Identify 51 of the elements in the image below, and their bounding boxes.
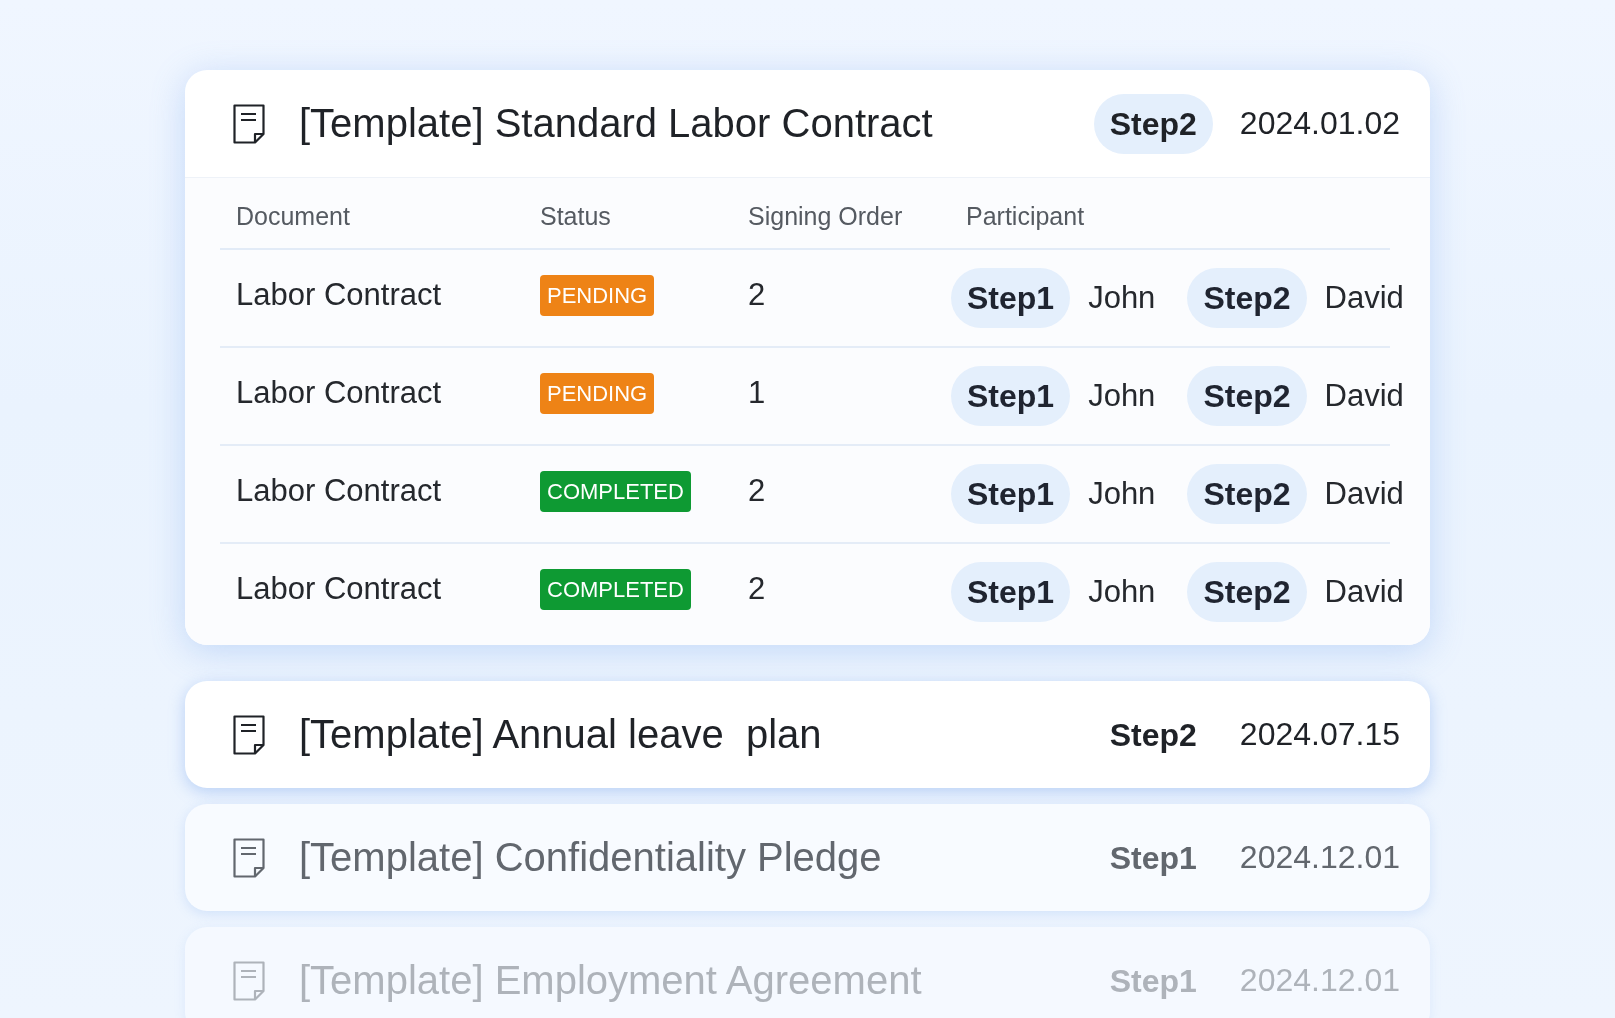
- participant-name: John: [1088, 378, 1156, 414]
- date-label: 2024.12.01: [1239, 839, 1400, 876]
- card-title: [Template] Annual leave plan: [299, 712, 823, 757]
- column-header: Status: [540, 201, 612, 231]
- table-cell-text: Labor Contract: [236, 375, 443, 411]
- step-badge: Step1: [951, 464, 1071, 524]
- document-icon: [233, 837, 265, 878]
- step-label: Step1: [1108, 961, 1198, 1001]
- participant-name: John: [1088, 574, 1156, 610]
- column-header: Signing Order: [748, 201, 904, 231]
- step-label: Step1: [1108, 838, 1198, 878]
- date-label: 2024.12.01: [1239, 962, 1400, 999]
- date-label: 2024.07.15: [1239, 716, 1400, 753]
- document-card[interactable]: [Template] Annual leave plan Step2 2024.07.15: [185, 681, 1430, 788]
- step-badge: Step2: [1187, 268, 1307, 328]
- table-cell-text: 2: [748, 277, 767, 313]
- participant-name: David: [1324, 378, 1404, 414]
- card-title: [Template] Employment Agreement: [299, 958, 923, 1003]
- step-label: Step2: [1108, 715, 1198, 755]
- table-cell-text: 1: [748, 375, 767, 411]
- step-badge: Step2: [1187, 562, 1307, 622]
- table-cell-text: 2: [748, 571, 767, 607]
- document-icon: [233, 103, 265, 144]
- column-header: Participant: [965, 201, 1086, 231]
- participant-name: David: [1324, 574, 1404, 610]
- participant-name: John: [1088, 280, 1156, 316]
- document-icon: [233, 960, 265, 1001]
- document-icon: [233, 714, 265, 755]
- card-title: [Template] Standard Labor Contract: [299, 101, 934, 146]
- step-badge: Step1: [951, 562, 1071, 622]
- participant-name: David: [1324, 476, 1404, 512]
- status-badge: COMPLETED: [540, 568, 691, 610]
- status-badge: PENDING: [540, 274, 655, 316]
- participant-name: John: [1088, 476, 1156, 512]
- step-badge: Step1: [951, 366, 1071, 426]
- step-badge: Step2: [1093, 93, 1213, 154]
- document-card[interactable]: [185, 70, 1430, 645]
- document-card[interactable]: [Template] Confidentiality Pledge Step1 2024.12.01: [185, 804, 1430, 911]
- column-header: Document: [236, 201, 351, 231]
- participant-name: David: [1324, 280, 1404, 316]
- step-badge: Step2: [1187, 464, 1307, 524]
- table-cell-text: 2: [748, 473, 767, 509]
- table-cell-text: Labor Contract: [236, 473, 443, 509]
- table-cell-text: Labor Contract: [236, 571, 443, 607]
- status-badge: COMPLETED: [540, 470, 691, 512]
- step-badge: Step2: [1187, 366, 1307, 426]
- date-label: 2024.01.02: [1239, 105, 1400, 142]
- card-title: [Template] Confidentiality Pledge: [299, 835, 883, 880]
- step-badge: Step1: [951, 268, 1071, 328]
- table-cell-text: Labor Contract: [236, 277, 443, 313]
- status-badge: PENDING: [540, 372, 655, 414]
